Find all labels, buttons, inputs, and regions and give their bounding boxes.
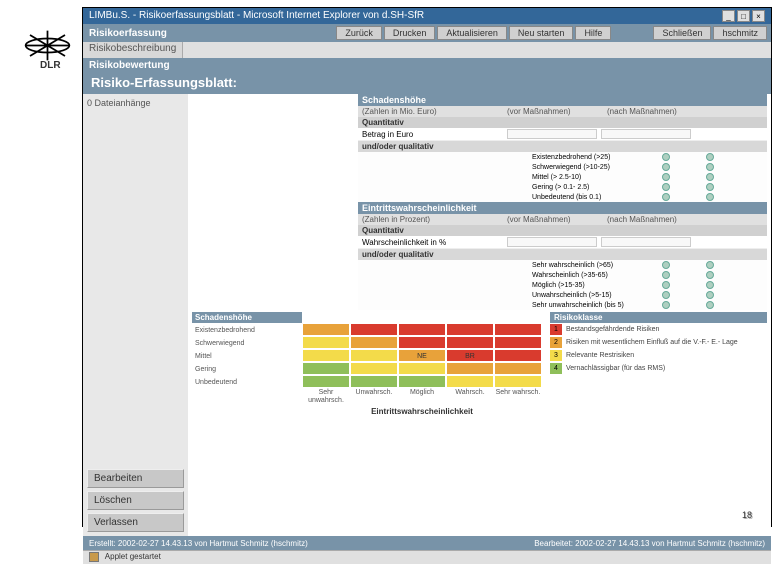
btn-user[interactable]: hschmitz (713, 26, 767, 40)
statusbar: Erstellt: 2002-02-27 14.43.13 von Hartmu… (83, 536, 771, 550)
schaden-opt-0: Existenzbedrohend (>25) (358, 152, 767, 162)
radio-icon[interactable] (662, 301, 670, 309)
form-area: Schadenshöhe (Zahlen in Mio. Euro) (vor … (188, 94, 771, 536)
schaden-opt-2: Mittel (> 2.5-10) (358, 172, 767, 182)
radio-icon[interactable] (706, 301, 714, 309)
radio-icon[interactable] (662, 173, 670, 181)
risk-class-title: Risikoklasse (550, 312, 767, 323)
toolbar-label: Risikoerfassung (83, 28, 173, 39)
eintritt-opt-4: Sehr unwahrscheinlich (bis 5) (358, 300, 767, 310)
app-toolbar: Risikoerfassung Zurück Drucken Aktualisi… (83, 24, 771, 42)
applet-icon (89, 552, 99, 562)
tab-active-row: Risikobewertung (83, 58, 771, 72)
matrix-y-title: Schadenshöhe (192, 312, 302, 323)
browser-title: LIMBu.S. - Risikoerfassungsblatt - Micro… (89, 10, 424, 22)
matrix-x-labels: Sehr unwahrsch.Unwahrsch.MöglichWahrsch.… (302, 388, 542, 405)
radio-icon[interactable] (662, 183, 670, 191)
eintritt-opt-2: Möglich (>15-35) (358, 280, 767, 290)
page-title: Risiko-Erfassungsblatt: (83, 72, 771, 94)
btn-schliessen[interactable]: Schließen (653, 26, 711, 40)
radio-icon[interactable] (706, 183, 714, 191)
browser-titlebar: LIMBu.S. - Risikoerfassungsblatt - Micro… (83, 8, 771, 24)
radio-icon[interactable] (662, 291, 670, 299)
close-icon[interactable]: × (752, 10, 765, 22)
radio-icon[interactable] (662, 271, 670, 279)
attachments-count: 0 Dateianhänge (87, 98, 184, 108)
radio-icon[interactable] (662, 281, 670, 289)
radio-icon[interactable] (706, 193, 714, 201)
eintritt-qual-label: und/oder qualitativ (358, 249, 767, 260)
btn-verlassen[interactable]: Verlassen (87, 513, 184, 532)
risk-class-2: 2Risiken mit wesentlichem Einfluß auf di… (550, 336, 767, 349)
tab-beschreibung[interactable]: Risikobeschreibung (83, 42, 183, 58)
minimize-icon[interactable]: _ (722, 10, 735, 22)
schaden-opt-3: Gering (> 0.1- 2.5) (358, 182, 767, 192)
schaden-vor-input[interactable] (507, 129, 597, 139)
eintritt-opt-1: Wahrscheinlich (>35-65) (358, 270, 767, 280)
radio-icon[interactable] (706, 261, 714, 269)
radio-icon[interactable] (706, 281, 714, 289)
radio-icon[interactable] (662, 193, 670, 201)
page-number: 18 (742, 510, 752, 520)
risk-class-4: 4Vernachlässigbar (für das RMS) (550, 362, 767, 375)
radio-icon[interactable] (662, 153, 670, 161)
btn-zurueck[interactable]: Zurück (336, 26, 382, 40)
schaden-quant-label: Quantitativ (358, 117, 767, 128)
eintritt-wahr-row: Wahrscheinlichkeit in % (358, 236, 767, 249)
dlr-label: DLR (40, 60, 61, 71)
radio-icon[interactable] (662, 163, 670, 171)
risk-class-1: 1Bestandsgefährdende Risiken (550, 323, 767, 336)
maximize-icon[interactable]: □ (737, 10, 750, 22)
btn-loeschen[interactable]: Löschen (87, 491, 184, 510)
eintritt-quant-label: Quantitativ (358, 225, 767, 236)
ie-statusbar: Applet gestartet (83, 550, 771, 564)
eintritt-nach-input[interactable] (601, 237, 691, 247)
risk-matrix: NEBR (302, 323, 542, 388)
schaden-betrag-row: Betrag in Euro (358, 128, 767, 141)
btn-hilfe[interactable]: Hilfe (575, 26, 611, 40)
section-schaden: Schadenshöhe (358, 94, 767, 106)
btn-neustarten[interactable]: Neu starten (509, 26, 574, 40)
schaden-qual-label: und/oder qualitativ (358, 141, 767, 152)
radio-icon[interactable] (706, 153, 714, 161)
radio-icon[interactable] (706, 163, 714, 171)
radio-icon[interactable] (706, 173, 714, 181)
tab-bewertung[interactable]: Risikobewertung (83, 60, 176, 71)
matrix-x-title: Eintrittswahrscheinlichkeit (302, 405, 542, 416)
radio-icon[interactable] (706, 291, 714, 299)
tab-row: Risikobeschreibung (83, 42, 771, 58)
btn-aktualisieren[interactable]: Aktualisieren (437, 26, 507, 40)
left-panel: 0 Dateianhänge Bearbeiten Löschen Verlas… (83, 94, 188, 536)
radio-icon[interactable] (662, 261, 670, 269)
section-eintritt: Eintrittswahrscheinlichkeit (358, 202, 767, 214)
dlr-logo (20, 28, 75, 63)
eintritt-opt-0: Sehr wahrscheinlich (>65) (358, 260, 767, 270)
radio-icon[interactable] (706, 271, 714, 279)
schaden-nach-input[interactable] (601, 129, 691, 139)
btn-drucken[interactable]: Drucken (384, 26, 436, 40)
schaden-opt-1: Schwerwiegend (>10-25) (358, 162, 767, 172)
eintritt-opt-3: Unwahrscheinlich (>5-15) (358, 290, 767, 300)
browser-window: LIMBu.S. - Risikoerfassungsblatt - Micro… (82, 7, 772, 527)
risk-class-3: 3Relevante Restrisiken (550, 349, 767, 362)
eintritt-vor-input[interactable] (507, 237, 597, 247)
btn-bearbeiten[interactable]: Bearbeiten (87, 469, 184, 488)
schaden-opt-4: Unbedeutend (bis 0.1) (358, 192, 767, 202)
